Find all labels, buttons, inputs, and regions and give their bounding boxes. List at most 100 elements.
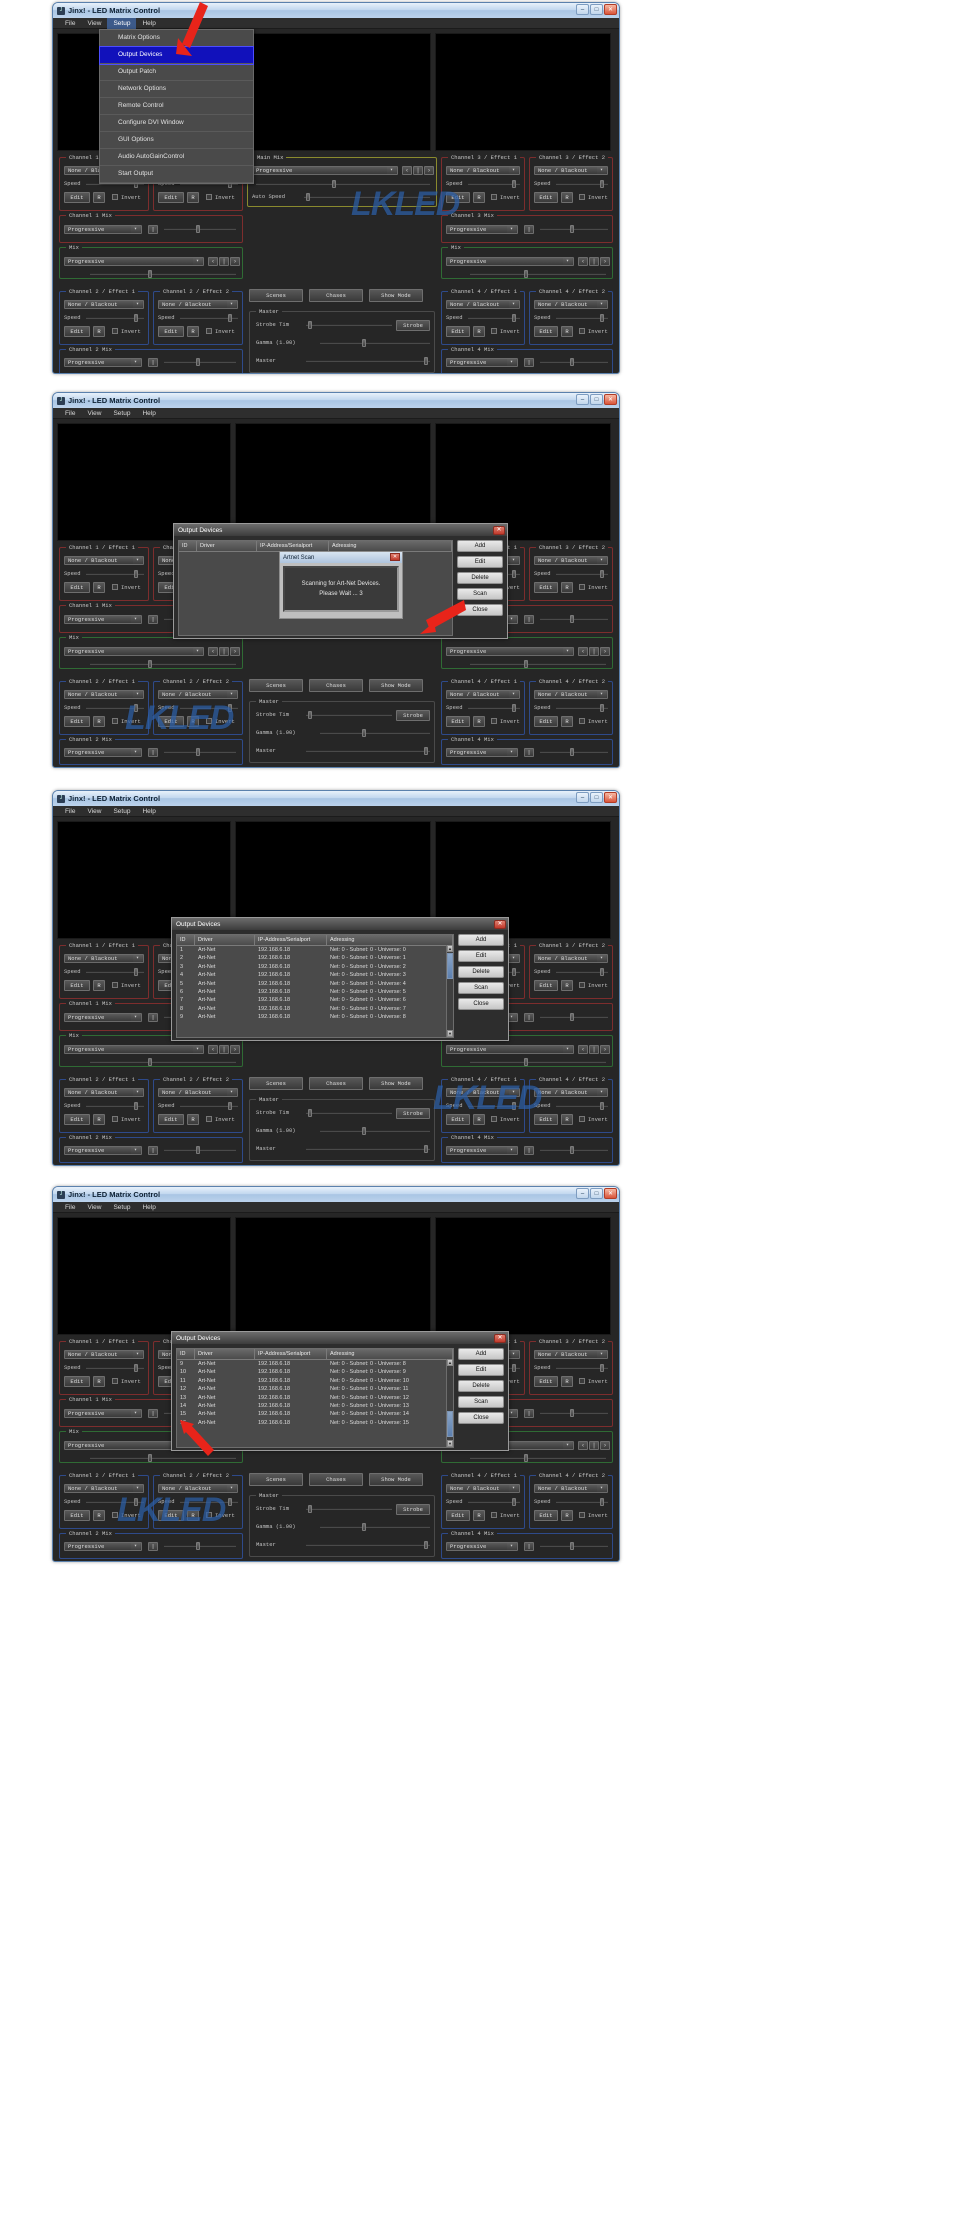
r-button-c4e1[interactable]: R [473, 326, 485, 337]
close-button[interactable]: Close [457, 604, 503, 616]
r-button-c3e2[interactable]: R [561, 980, 573, 991]
table-row[interactable]: 8 Art-Net 192.168.6.18 Net: 0 - Subnet: 0 -… [177, 1005, 453, 1013]
minimize-button[interactable]: – [576, 4, 589, 15]
r-button-c1e1[interactable]: R [93, 1376, 105, 1387]
invert-checkbox-c3e2[interactable] [579, 194, 585, 200]
speed-slider-c2e2[interactable] [180, 704, 238, 712]
chevron-down-icon[interactable]: ▾ [509, 1089, 518, 1096]
master-slider[interactable] [306, 1541, 430, 1549]
mix-slider-left[interactable] [90, 660, 236, 668]
invert-checkbox-c4e1[interactable] [491, 1512, 497, 1518]
invert-checkbox-c1e1[interactable] [112, 1378, 118, 1384]
edit-button-c3e2[interactable]: Edit [534, 582, 558, 593]
effect-combo-c4e2[interactable]: None / Blackout ▾ [534, 300, 608, 309]
chevron-down-icon[interactable]: ▾ [509, 1351, 518, 1358]
close-button[interactable]: ✕ [604, 4, 617, 15]
menu-help[interactable]: Help [136, 1202, 161, 1213]
mix-combo-c2[interactable]: Progressive ▾ [64, 1146, 142, 1155]
table-row[interactable]: 14 Art-Net 192.168.6.18 Net: 0 - Subnet: 0 … [177, 1402, 453, 1410]
menu-item-network-options[interactable]: Network Options [100, 81, 253, 98]
menu-setup[interactable]: Setup [107, 806, 136, 817]
close-button[interactable]: ✕ [604, 792, 617, 803]
maximize-button[interactable]: □ [590, 1188, 603, 1199]
master-slider[interactable] [306, 747, 430, 755]
mix-hold-button-c2[interactable]: | [148, 1542, 158, 1551]
scan-button[interactable]: Scan [457, 588, 503, 600]
main-mix-combo[interactable]: Progressive ▾ [252, 166, 398, 175]
menu-file[interactable]: File [59, 806, 81, 817]
edit-button-c3e2[interactable]: Edit [534, 192, 558, 203]
edit-button-c3e2[interactable]: Edit [534, 980, 558, 991]
prev-button[interactable]: ‹ [208, 647, 218, 656]
mix-combo-c4[interactable]: Progressive ▾ [446, 1542, 518, 1551]
chevron-down-icon[interactable]: ▾ [563, 1046, 572, 1053]
chases-button[interactable]: Chases [309, 1473, 363, 1486]
prev-button[interactable]: ‹ [578, 1045, 588, 1054]
mix-combo-c2[interactable]: Progressive ▾ [64, 748, 142, 757]
minimize-button[interactable]: – [576, 792, 589, 803]
chevron-down-icon[interactable]: ▾ [133, 557, 142, 564]
effect-combo-c2e1[interactable]: None / Blackout ▾ [64, 1088, 144, 1097]
chases-button[interactable]: Chases [309, 1077, 363, 1090]
speed-slider-c3e1[interactable] [468, 180, 520, 188]
invert-checkbox-c4e1[interactable] [491, 328, 497, 334]
table-scrollbar-4[interactable]: ▲ ▼ [446, 1359, 453, 1447]
menu-item-remote-control[interactable]: Remote Control [100, 98, 253, 115]
chevron-down-icon[interactable]: ▾ [507, 749, 516, 756]
effect-combo-c3e2[interactable]: None / Blackout ▾ [534, 954, 608, 963]
close-button[interactable]: Close [458, 998, 504, 1010]
speed-slider-c3e2[interactable] [556, 1364, 608, 1372]
effect-combo-c4e1[interactable]: None / Blackout ▾ [446, 300, 520, 309]
invert-checkbox-c2e2[interactable] [206, 1116, 212, 1122]
edit-button-c2e1[interactable]: Edit [64, 326, 90, 337]
master-slider[interactable] [306, 1145, 430, 1153]
r-button-c2e1[interactable]: R [93, 1510, 105, 1521]
edit-button-c2e2[interactable]: Edit [158, 1510, 184, 1521]
next-button[interactable]: › [230, 257, 240, 266]
delete-button[interactable]: Delete [458, 1380, 504, 1392]
effect-combo-c1e1[interactable]: None / Blackout ▾ [64, 556, 144, 565]
scenes-button[interactable]: Scenes [249, 1077, 303, 1090]
mix-slider-c4[interactable] [540, 748, 608, 756]
maximize-button[interactable]: □ [590, 394, 603, 405]
mix-hold-button-c4[interactable]: | [524, 358, 534, 367]
scroll-up-arrow-icon[interactable]: ▲ [447, 945, 453, 952]
effect-combo-c2e2[interactable]: None / Blackout ▾ [158, 690, 238, 699]
menu-view[interactable]: View [81, 408, 107, 419]
prev-button[interactable]: ‹ [402, 166, 412, 175]
effect-combo-c2e1[interactable]: None / Blackout ▾ [64, 300, 144, 309]
strobe-time-slider[interactable] [306, 321, 392, 329]
r-button-c1e2[interactable]: R [187, 192, 199, 203]
speed-slider-c3e2[interactable] [556, 570, 608, 578]
minimize-button[interactable]: – [576, 394, 589, 405]
mix-combo-c1[interactable]: Progressive ▾ [64, 225, 142, 234]
minimize-button[interactable]: – [576, 1188, 589, 1199]
mix-slider-left[interactable] [90, 1058, 236, 1066]
r-button-c2e2[interactable]: R [187, 326, 199, 337]
hold-button[interactable]: | [589, 257, 599, 266]
mix-hold-button-c2[interactable]: | [148, 358, 158, 367]
invert-checkbox-c4e2[interactable] [579, 328, 585, 334]
r-button-c4e2[interactable]: R [561, 1114, 573, 1125]
scroll-down-arrow-icon[interactable]: ▼ [447, 1030, 453, 1037]
menu-help[interactable]: Help [136, 806, 161, 817]
mix-slider-c1[interactable] [164, 225, 236, 233]
devices-table-page1[interactable]: ID Driver IP-Address/Serialport Adressin… [176, 934, 454, 1038]
next-button[interactable]: › [600, 1045, 610, 1054]
edit-button-c2e1[interactable]: Edit [64, 716, 90, 727]
effect-combo-c2e2[interactable]: None / Blackout ▾ [158, 300, 238, 309]
table-row[interactable]: 13 Art-Net 192.168.6.18 Net: 0 - Subnet: 0 … [177, 1394, 453, 1402]
scrollbar-thumb[interactable] [447, 953, 453, 979]
mix-slider-c3[interactable] [540, 225, 608, 233]
edit-button-c4e2[interactable]: Edit [534, 716, 558, 727]
r-button-c3e2[interactable]: R [561, 582, 573, 593]
mix-slider-right[interactable] [470, 1058, 606, 1066]
mix-hold-button-c3[interactable]: | [524, 615, 534, 624]
speed-slider-c2e2[interactable] [180, 1102, 238, 1110]
chevron-down-icon[interactable]: ▾ [509, 691, 518, 698]
mix-hold-button-c3[interactable]: | [524, 225, 534, 234]
r-button-c3e2[interactable]: R [561, 1376, 573, 1387]
edit-button-c4e2[interactable]: Edit [534, 326, 558, 337]
r-button-c1e1[interactable]: R [93, 192, 105, 203]
chevron-down-icon[interactable]: ▾ [507, 1543, 516, 1550]
